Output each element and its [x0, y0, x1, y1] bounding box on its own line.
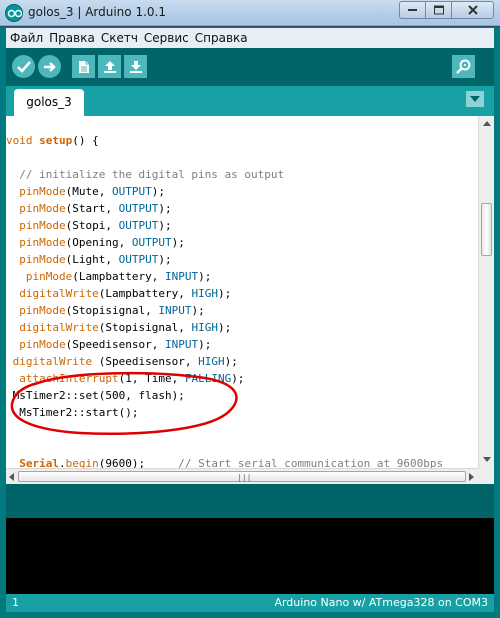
- scroll-right-icon[interactable]: [469, 473, 474, 481]
- window-title: golos_3 | Arduino 1.0.1: [28, 5, 166, 19]
- message-area: [6, 484, 494, 518]
- maximize-button[interactable]: [425, 1, 451, 19]
- scroll-down-icon[interactable]: [483, 457, 491, 462]
- menu-tools[interactable]: Сервис: [144, 31, 189, 45]
- code-line: void setup() {: [6, 134, 99, 147]
- code-line: pinMode(Opening, OUTPUT);: [19, 236, 185, 249]
- scroll-up-icon[interactable]: [483, 121, 491, 126]
- horizontal-scroll-thumb[interactable]: |||: [18, 471, 466, 482]
- code-line: MsTimer2::start();: [6, 406, 139, 419]
- open-button[interactable]: [98, 55, 121, 78]
- save-button[interactable]: [124, 55, 147, 78]
- code-line: // initialize the digital pins as output: [19, 168, 285, 181]
- new-button[interactable]: [72, 55, 95, 78]
- vertical-scrollbar[interactable]: [478, 116, 494, 468]
- board-port-label: Arduino Nano w/ ATmega328 on COM3: [274, 596, 488, 609]
- menu-sketch[interactable]: Скетч: [101, 31, 138, 45]
- window-frame-right: [494, 48, 500, 618]
- console-output[interactable]: [6, 518, 494, 594]
- scrollbar-corner: [478, 468, 494, 484]
- open-icon: [103, 60, 116, 73]
- code-line: pinMode(Start, OUTPUT);: [19, 202, 172, 215]
- code-line: digitalWrite(Lampbattery, HIGH);: [19, 287, 232, 300]
- code-line: pinMode(Speedisensor, INPUT);: [19, 338, 212, 351]
- tabs-bar: golos_3: [6, 86, 494, 116]
- new-icon: [78, 60, 89, 73]
- window-frame-bottom: [0, 612, 500, 618]
- code-line: Serial.begin(9600); // Start serial comm…: [19, 457, 444, 468]
- window-controls: [399, 1, 494, 19]
- menu-file[interactable]: Файл: [10, 31, 43, 45]
- code-line: attachInterrupt(1, Time, FALLING);: [19, 372, 245, 385]
- window-titlebar[interactable]: golos_3 | Arduino 1.0.1: [0, 0, 500, 26]
- tab-menu-button[interactable]: [466, 91, 484, 107]
- code-line: pinMode(Lampbattery, INPUT);: [25, 270, 212, 283]
- tab-golos-3[interactable]: golos_3: [14, 89, 84, 116]
- line-number: 1: [12, 596, 19, 609]
- code-line: digitalWrite (Speedisensor, HIGH);: [12, 355, 238, 368]
- verify-button[interactable]: [12, 55, 35, 78]
- menu-edit[interactable]: Правка: [49, 31, 95, 45]
- code-line: pinMode(Mute, OUTPUT);: [19, 185, 165, 198]
- vertical-scroll-thumb[interactable]: [481, 203, 492, 256]
- upload-icon: [43, 61, 56, 72]
- horizontal-scrollbar[interactable]: |||: [6, 468, 478, 484]
- code-line: digitalWrite(Stopisignal, HIGH);: [19, 321, 232, 334]
- code-editor[interactable]: void setup() { // initialize the digital…: [6, 116, 478, 468]
- code-line: pinMode(Light, OUTPUT);: [19, 253, 172, 266]
- code-line: MsTimer2::set(500, flash);: [6, 389, 185, 402]
- close-button[interactable]: [451, 1, 494, 19]
- chevron-down-icon: [470, 96, 480, 102]
- toolbar: [6, 48, 494, 86]
- menubar: Файл Правка Скетч Сервис Справка: [0, 26, 500, 48]
- status-bar: 1 Arduino Nano w/ ATmega328 on COM3: [6, 594, 494, 612]
- verify-icon: [16, 60, 31, 73]
- serial-monitor-icon: [455, 59, 470, 74]
- code-line: pinMode(Stopisignal, INPUT);: [19, 304, 205, 317]
- menu-help[interactable]: Справка: [195, 31, 248, 45]
- scroll-left-icon[interactable]: [9, 473, 14, 481]
- code-line: pinMode(Stopi, OUTPUT);: [19, 219, 172, 232]
- serial-monitor-button[interactable]: [452, 55, 475, 78]
- arduino-logo-icon: [5, 4, 23, 22]
- upload-button[interactable]: [38, 55, 61, 78]
- minimize-button[interactable]: [399, 1, 425, 19]
- save-icon: [129, 60, 142, 73]
